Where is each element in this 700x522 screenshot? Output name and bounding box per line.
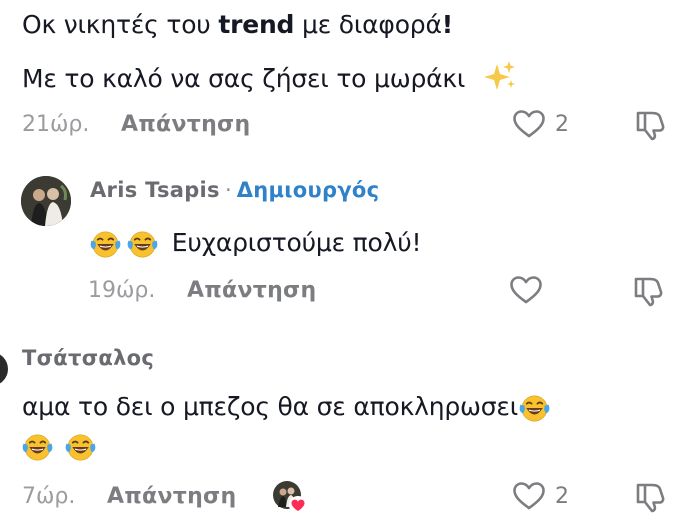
reply-button[interactable]: Απάντηση: [107, 484, 236, 509]
thumbs-down-icon[interactable]: [634, 109, 668, 145]
comment-text-line-1: Οκ νικητές του trend με διαφορά!: [22, 10, 453, 39]
laughing-tears-emoji: [65, 432, 96, 463]
thumbs-down-icon[interactable]: [632, 275, 666, 311]
comment-text-line-2: [22, 432, 96, 463]
creator-badge: Δημιουργός: [236, 178, 380, 202]
creator-avatar-mini: [273, 481, 307, 514]
thumbs-down-icon[interactable]: [634, 481, 668, 517]
comment-timestamp: 21ώρ.: [22, 112, 90, 137]
laughing-tears-emoji: [22, 432, 53, 463]
like-count: 2: [555, 112, 569, 137]
reply-button[interactable]: Απάντηση: [121, 112, 250, 137]
avatar[interactable]: [0, 352, 8, 386]
like-count: 2: [555, 484, 569, 509]
sparkles-icon: [483, 60, 517, 100]
heart-icon[interactable]: [512, 481, 546, 515]
heart-icon[interactable]: [509, 275, 543, 309]
avatar[interactable]: [21, 176, 71, 226]
comment-text-line-2: Με το καλό να σας ζήσει το μωράκι: [22, 60, 517, 100]
heart-icon[interactable]: [512, 109, 546, 143]
liked-by-creator-indicator: [272, 480, 308, 516]
separator-dot: ·: [224, 178, 232, 202]
comment-header: Aris Tsapis · Δημιουργός: [90, 178, 379, 202]
laughing-tears-emoji: [90, 229, 121, 260]
reply-button[interactable]: Απάντηση: [187, 278, 316, 303]
author-name[interactable]: Aris Tsapis: [90, 178, 220, 202]
laughing-tears-emoji: [127, 229, 158, 260]
comment-timestamp: 7ώρ.: [22, 484, 76, 509]
author-name[interactable]: Τσάτσαλος: [22, 346, 154, 370]
laughing-tears-emoji: [519, 393, 550, 424]
comment-text: Ευχαριστούμε πολύ!: [90, 227, 422, 260]
comment-text-line-1: αμα το δει ο μπεζος θα σε αποκληρωσει: [22, 391, 550, 424]
comment-timestamp: 19ώρ.: [88, 278, 156, 303]
